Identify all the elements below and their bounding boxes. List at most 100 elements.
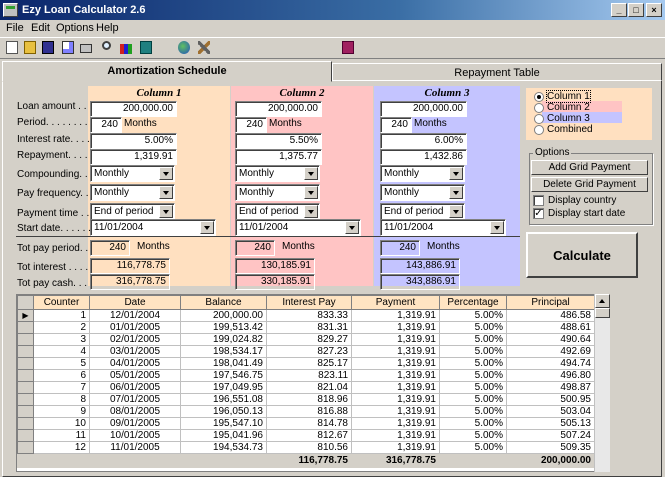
table-row[interactable]: ▶ 1 12/01/2004 200,000.00 833.33 1,319.91 5.00… (17, 309, 595, 322)
payment-cell[interactable]: 1,319.91 (351, 405, 440, 418)
row-indicator[interactable] (17, 345, 34, 358)
payment-cell[interactable]: 1,319.91 (351, 429, 440, 442)
chevron-down-icon[interactable] (159, 186, 173, 199)
date-header[interactable]: Date (89, 295, 181, 310)
chevron-down-icon[interactable] (304, 186, 318, 199)
open-icon[interactable] (21, 39, 39, 57)
combined-radio-label[interactable]: Combined (547, 124, 593, 135)
interest-pay-cell[interactable]: 833.33 (266, 309, 352, 322)
balance-cell[interactable]: 198,041.49 (180, 357, 267, 370)
payment-cell[interactable]: 1,319.91 (351, 417, 440, 430)
row-indicator[interactable] (17, 381, 34, 394)
table-row[interactable]: 10 09/01/2005 195,547.10 814.78 1,319.91 5.00… (17, 417, 595, 430)
payment-cell[interactable]: 1,319.91 (351, 321, 440, 334)
balance-header[interactable]: Balance (180, 295, 267, 310)
column-2-pay-frequency-select[interactable]: Monthly (235, 184, 320, 201)
date-cell[interactable]: 06/01/2005 (89, 381, 181, 394)
date-cell[interactable]: 07/01/2005 (89, 393, 181, 406)
menu-file[interactable]: File (6, 22, 24, 34)
column-3-pay-frequency-select[interactable]: Monthly (380, 184, 465, 201)
counter-cell[interactable]: 1 (33, 309, 90, 322)
principal-cell[interactable]: 505.13 (506, 417, 595, 430)
column-1-radio-label[interactable]: Column 1 (546, 90, 591, 103)
chevron-down-icon[interactable] (200, 221, 214, 234)
tab-repayment-table[interactable]: Repayment Table (332, 63, 662, 81)
column-2-radio-label[interactable]: Column 2 (547, 102, 590, 113)
column-1-repayment-input[interactable]: 1,319.91 (90, 149, 177, 165)
interest-pay-cell[interactable]: 818.96 (266, 393, 352, 406)
counter-cell[interactable]: 8 (33, 393, 90, 406)
display-start-date-label[interactable]: Display start date (548, 208, 625, 219)
balance-cell[interactable]: 197,049.95 (180, 381, 267, 394)
table-row[interactable]: 3 02/01/2005 199,024.82 829.27 1,319.91 5.00%… (17, 333, 595, 346)
column-3-start-date-select[interactable]: 11/01/2004 (380, 219, 506, 236)
globe-icon[interactable] (175, 39, 193, 57)
counter-header[interactable]: Counter (33, 295, 90, 310)
percentage-cell[interactable]: 5.00% (439, 309, 507, 322)
table-row[interactable]: 6 05/01/2005 197,546.75 823.11 1,319.91 5.00%… (17, 369, 595, 382)
column-3-compounding-select[interactable]: Monthly (380, 165, 465, 182)
chevron-down-icon[interactable] (159, 167, 173, 180)
tab-amortization-schedule[interactable]: Amortization Schedule (2, 61, 332, 82)
payment-header[interactable]: Payment (351, 295, 440, 310)
grid-scrollbar[interactable] (594, 294, 610, 472)
percentage-cell[interactable]: 5.00% (439, 405, 507, 418)
row-indicator[interactable] (17, 405, 34, 418)
menu-help[interactable]: Help (96, 22, 119, 34)
balance-cell[interactable]: 194,534.73 (180, 441, 267, 454)
counter-cell[interactable]: 4 (33, 345, 90, 358)
column-1-loan-amount-input[interactable]: 200,000.00 (90, 101, 177, 117)
chevron-down-icon[interactable] (449, 205, 463, 218)
column-1-period-input[interactable]: 240 (90, 117, 122, 133)
chevron-down-icon[interactable] (490, 221, 504, 234)
tools-icon[interactable] (195, 39, 213, 57)
column-1-interest-rate-input[interactable]: 5.00% (90, 133, 177, 149)
row-indicator[interactable] (17, 369, 34, 382)
chevron-down-icon[interactable] (449, 186, 463, 199)
percentage-cell[interactable]: 5.00% (439, 441, 507, 454)
table-row[interactable]: 11 10/01/2005 195,041.96 812.67 1,319.91 5.00… (17, 429, 595, 442)
row-indicator[interactable] (17, 393, 34, 406)
balance-cell[interactable]: 199,513.42 (180, 321, 267, 334)
add-grid-payment-button[interactable]: Add Grid Payment (531, 160, 648, 175)
interest-pay-cell[interactable]: 831.31 (266, 321, 352, 334)
interest-pay-cell[interactable]: 827.23 (266, 345, 352, 358)
column-3-period-input[interactable]: 240 (380, 117, 412, 133)
interest-pay-cell[interactable]: 810.56 (266, 441, 352, 454)
counter-cell[interactable]: 9 (33, 405, 90, 418)
counter-cell[interactable]: 7 (33, 381, 90, 394)
balance-cell[interactable]: 196,050.13 (180, 405, 267, 418)
table-row[interactable]: 2 01/01/2005 199,513.42 831.31 1,319.91 5.00%… (17, 321, 595, 334)
date-cell[interactable]: 11/01/2005 (89, 441, 181, 454)
row-indicator[interactable] (17, 333, 34, 346)
counter-cell[interactable]: 10 (33, 417, 90, 430)
print-preview-icon[interactable] (59, 39, 77, 57)
interest-pay-cell[interactable]: 825.17 (266, 357, 352, 370)
percentage-cell[interactable]: 5.00% (439, 369, 507, 382)
interest-pay-cell[interactable]: 816.88 (266, 405, 352, 418)
scroll-thumb[interactable] (595, 308, 610, 318)
column-2-payment-time-select[interactable]: End of period (235, 203, 320, 220)
date-cell[interactable]: 02/01/2005 (89, 333, 181, 346)
table-row[interactable]: 9 08/01/2005 196,050.13 816.88 1,319.91 5.00%… (17, 405, 595, 418)
column-2-compounding-select[interactable]: Monthly (235, 165, 320, 182)
chevron-down-icon[interactable] (304, 167, 318, 180)
interest-pay-header[interactable]: Interest Pay (266, 295, 352, 310)
delete-grid-payment-button[interactable]: Delete Grid Payment (531, 177, 648, 192)
balance-cell[interactable]: 197,546.75 (180, 369, 267, 382)
payment-cell[interactable]: 1,319.91 (351, 357, 440, 370)
new-icon[interactable] (3, 39, 21, 57)
table-row[interactable]: 8 07/01/2005 196,551.08 818.96 1,319.91 5.00%… (17, 393, 595, 406)
chevron-down-icon[interactable] (304, 205, 318, 218)
table-row[interactable]: 7 06/01/2005 197,049.95 821.04 1,319.91 5.00%… (17, 381, 595, 394)
chart-icon[interactable] (117, 39, 135, 57)
interest-pay-cell[interactable]: 814.78 (266, 417, 352, 430)
payment-cell[interactable]: 1,319.91 (351, 345, 440, 358)
balance-cell[interactable]: 195,041.96 (180, 429, 267, 442)
date-cell[interactable]: 05/01/2005 (89, 369, 181, 382)
interest-pay-cell[interactable]: 829.27 (266, 333, 352, 346)
column-2-radio[interactable] (534, 103, 544, 113)
column-1-compounding-select[interactable]: Monthly (90, 165, 175, 182)
percentage-cell[interactable]: 5.00% (439, 381, 507, 394)
column-2-start-date-select[interactable]: 11/01/2004 (235, 219, 361, 236)
